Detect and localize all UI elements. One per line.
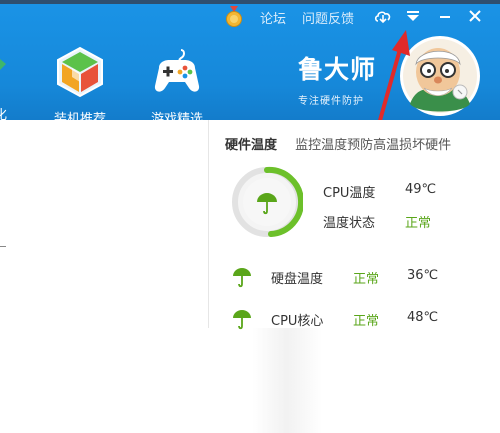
temp-status-value: 正常 <box>405 216 432 231</box>
partial-icon <box>0 59 6 70</box>
umbrella-icon <box>233 268 251 288</box>
list-item: CPU核心 正常 48℃ <box>231 308 500 330</box>
nav-item-partial-label: 化 <box>0 108 8 123</box>
nav-item-build-recommend-label: 装机推荐 <box>53 112 106 127</box>
medal-icon[interactable] <box>224 6 244 28</box>
nav-item-game-selection[interactable]: 游戏精选 <box>141 46 213 127</box>
brand: 鲁大师 专注硬件防护 <box>298 50 376 107</box>
app-header: 化 装机推荐 游戏精选 鲁大师 专注硬件防护 <box>0 4 500 127</box>
hardware-temp-panel: 硬件温度 监控温度预防高温损坏硬件 CPU温度 49℃ 温度状态 正常 硬盘温度… <box>208 120 500 330</box>
close-icon[interactable] <box>466 8 484 24</box>
avatar[interactable] <box>398 34 482 118</box>
cube-icon <box>57 46 103 98</box>
cpu-temp-value: 49℃ <box>405 182 437 197</box>
cpu-temp-label: CPU温度 <box>323 186 376 201</box>
brand-title: 鲁大师 <box>298 55 377 84</box>
temp-status-label: 温度状态 <box>323 216 376 231</box>
row-status: 正常 <box>353 272 380 287</box>
row-name: 硬盘温度 <box>271 272 324 287</box>
row-temp: 48℃ <box>407 310 439 325</box>
nav-item-game-selection-label: 游戏精选 <box>150 112 203 127</box>
brand-subtitle: 专注硬件防护 <box>298 96 364 107</box>
umbrella-icon <box>233 310 251 330</box>
cloud-download-icon[interactable] <box>374 8 392 24</box>
minimize-icon[interactable] <box>436 8 454 24</box>
list-item: 硬盘温度 正常 36℃ <box>231 266 500 288</box>
nav-item-partial[interactable]: 化 <box>0 46 10 123</box>
mascot-avatar-icon <box>400 36 480 116</box>
panel-description: 监控温度预防高温损坏硬件 <box>295 138 452 153</box>
forum-link[interactable]: 论坛 <box>260 8 286 27</box>
menu-dropdown-icon[interactable] <box>404 8 422 24</box>
temperature-gauge <box>232 166 303 237</box>
feedback-link[interactable]: 问题反馈 <box>302 8 354 27</box>
panel-title: 硬件温度 <box>225 138 278 153</box>
gamepad-icon <box>154 49 200 92</box>
row-temp: 36℃ <box>407 268 439 283</box>
panel-header: 硬件温度 监控温度预防高温损坏硬件 <box>225 134 451 153</box>
row-status: 正常 <box>353 314 380 329</box>
row-name: CPU核心 <box>271 314 324 329</box>
background-shade <box>252 328 322 433</box>
nav-item-build-recommend[interactable]: 装机推荐 <box>44 46 116 127</box>
divider <box>0 246 6 247</box>
